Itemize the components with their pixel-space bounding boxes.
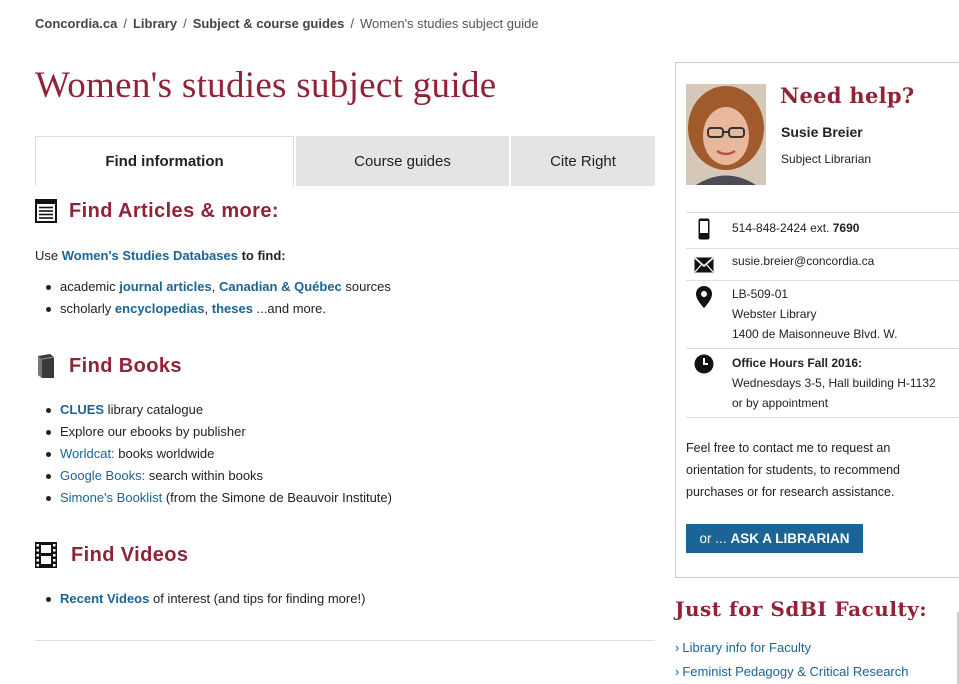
list-item: Simone's Booklist (from the Simone de Be…	[35, 487, 392, 509]
address-line: Webster Library	[732, 307, 817, 321]
contact-divider	[686, 417, 959, 418]
content-divider	[35, 640, 655, 641]
videos-heading: Find Videos	[71, 543, 189, 566]
faculty-heading: Just for SdBI Faculty:	[675, 597, 928, 621]
womens-studies-databases-link[interactable]: Women's Studies Databases	[62, 248, 238, 263]
faculty-link-feminist-pedagogy[interactable]: › Feminist Pedagogy & Critical Research	[675, 664, 909, 679]
list-text: books worldwide	[114, 446, 215, 461]
breadcrumb-concordia[interactable]: Concordia.ca	[35, 16, 117, 31]
clock-icon	[694, 353, 714, 375]
chevron-right-icon: ›	[675, 640, 680, 655]
list-item: Recent Videos of interest (and tips for …	[35, 588, 365, 610]
list-text: library catalogue	[104, 402, 204, 417]
address-line: LB-509-01	[732, 287, 789, 301]
faculty-link-label: Library info for Faculty	[682, 640, 811, 655]
tab-course-guides[interactable]: Course guides	[296, 136, 509, 186]
list-text: academic	[60, 279, 120, 294]
recent-videos-link[interactable]: Recent Videos	[60, 591, 149, 606]
breadcrumb-separator: /	[350, 16, 355, 31]
google-books-link[interactable]: Google Books:	[60, 468, 145, 483]
articles-intro: Use Women's Studies Databases to find:	[35, 248, 286, 263]
books-list: CLUES library catalogue Explore our eboo…	[35, 399, 392, 509]
librarian-role: Subject Librarian	[781, 152, 872, 166]
ask-a-librarian-button[interactable]: or ... ASK A LIBRARIAN	[686, 524, 863, 553]
list-text: search within books	[145, 468, 264, 483]
hours-title: Office Hours Fall 2016:	[732, 356, 863, 370]
list-text: of interest (and tips for finding more!)	[149, 591, 366, 606]
intro-suffix: to find:	[237, 248, 286, 263]
list-text: scholarly	[60, 301, 115, 316]
articles-section-header: Find Articles & more:	[35, 199, 279, 223]
clues-link[interactable]: CLUES	[60, 402, 104, 417]
tab-cite-right[interactable]: Cite Right	[511, 136, 655, 186]
list-item: Google Books: search within books	[35, 465, 392, 487]
phone-number: 514-848-2424 ext.	[732, 221, 830, 235]
chevron-right-icon: ›	[675, 664, 680, 679]
hours-line: Wednesdays 3-5, Hall building H-1132	[732, 376, 936, 390]
librarian-name: Susie Breier	[781, 124, 863, 140]
phone-text: 514-848-2424 ext. 7690	[732, 218, 859, 238]
breadcrumb-library[interactable]: Library	[133, 16, 177, 31]
worldcat-link[interactable]: Worldcat:	[60, 446, 115, 461]
videos-list: Recent Videos of interest (and tips for …	[35, 588, 365, 610]
contact-address-row: LB-509-01 Webster Library 1400 de Maison…	[686, 280, 959, 348]
breadcrumb: Concordia.ca / Library / Subject & course gu…	[35, 16, 539, 31]
breadcrumb-subject-guides[interactable]: Subject & course guides	[193, 16, 345, 31]
map-pin-icon	[694, 286, 714, 308]
breadcrumb-separator: /	[183, 16, 187, 31]
intro-prefix: Use	[35, 248, 62, 263]
address-line: 1400 de Maisonneuve Blvd. W.	[732, 327, 898, 341]
books-section-header: Find Books	[35, 354, 182, 378]
phone-icon	[694, 218, 714, 240]
list-text: Explore our ebooks by publisher	[60, 424, 246, 439]
hours-line: or by appointment	[732, 396, 829, 410]
list-text: sources	[341, 279, 391, 294]
list-item: Worldcat: books worldwide	[35, 443, 392, 465]
breadcrumb-current: Women's studies subject guide	[360, 16, 539, 31]
ask-prefix: or ...	[699, 531, 727, 546]
canadian-quebec-link[interactable]: Canadian & Québec	[219, 279, 342, 294]
list-item: academic journal articles, Canadian & Qu…	[35, 276, 391, 298]
book-icon	[35, 354, 57, 378]
newspaper-icon	[35, 199, 57, 223]
need-help-heading: Need help?	[780, 83, 915, 108]
faculty-link-label: Feminist Pedagogy & Critical Research	[682, 664, 909, 679]
contact-phone-row: 514-848-2424 ext. 7690	[686, 212, 959, 248]
faculty-link-library-info[interactable]: › Library info for Faculty	[675, 640, 811, 655]
articles-list: academic journal articles, Canadian & Qu…	[35, 276, 391, 320]
list-item: Explore our ebooks by publisher	[35, 421, 392, 443]
phone-extension: 7690	[832, 221, 860, 235]
list-item: scholarly encyclopedias, theses ...and m…	[35, 298, 391, 320]
guide-tabs: Find information Course guides Cite Righ…	[35, 136, 655, 186]
journal-articles-link[interactable]: journal articles	[119, 279, 211, 294]
contact-note: Feel free to contact me to request an or…	[686, 441, 901, 499]
page-title: Women's studies subject guide	[35, 65, 497, 106]
contact-hours-row: Office Hours Fall 2016: Wednesdays 3-5, …	[686, 348, 959, 417]
articles-heading: Find Articles & more:	[69, 199, 279, 222]
books-heading: Find Books	[69, 354, 182, 377]
list-item: CLUES library catalogue	[35, 399, 392, 421]
tab-find-information[interactable]: Find information	[35, 136, 294, 186]
simones-booklist-link[interactable]: Simone's Booklist	[60, 490, 162, 505]
theses-link[interactable]: theses	[212, 301, 253, 316]
ask-label: ASK A LIBRARIAN	[730, 531, 850, 546]
list-text: ,	[204, 301, 212, 316]
librarian-photo	[686, 84, 766, 185]
breadcrumb-separator: /	[123, 16, 127, 31]
list-text: (from the Simone de Beauvoir Institute)	[162, 490, 392, 505]
encyclopedias-link[interactable]: encyclopedias	[115, 301, 205, 316]
list-text: ...and more.	[252, 301, 326, 316]
film-strip-icon	[35, 542, 57, 568]
envelope-icon	[694, 254, 714, 276]
list-text: ,	[211, 279, 219, 294]
email-link[interactable]: susie.breier@concordia.ca	[732, 251, 874, 271]
contact-email-row: susie.breier@concordia.ca	[686, 248, 959, 280]
videos-section-header: Find Videos	[35, 542, 189, 568]
